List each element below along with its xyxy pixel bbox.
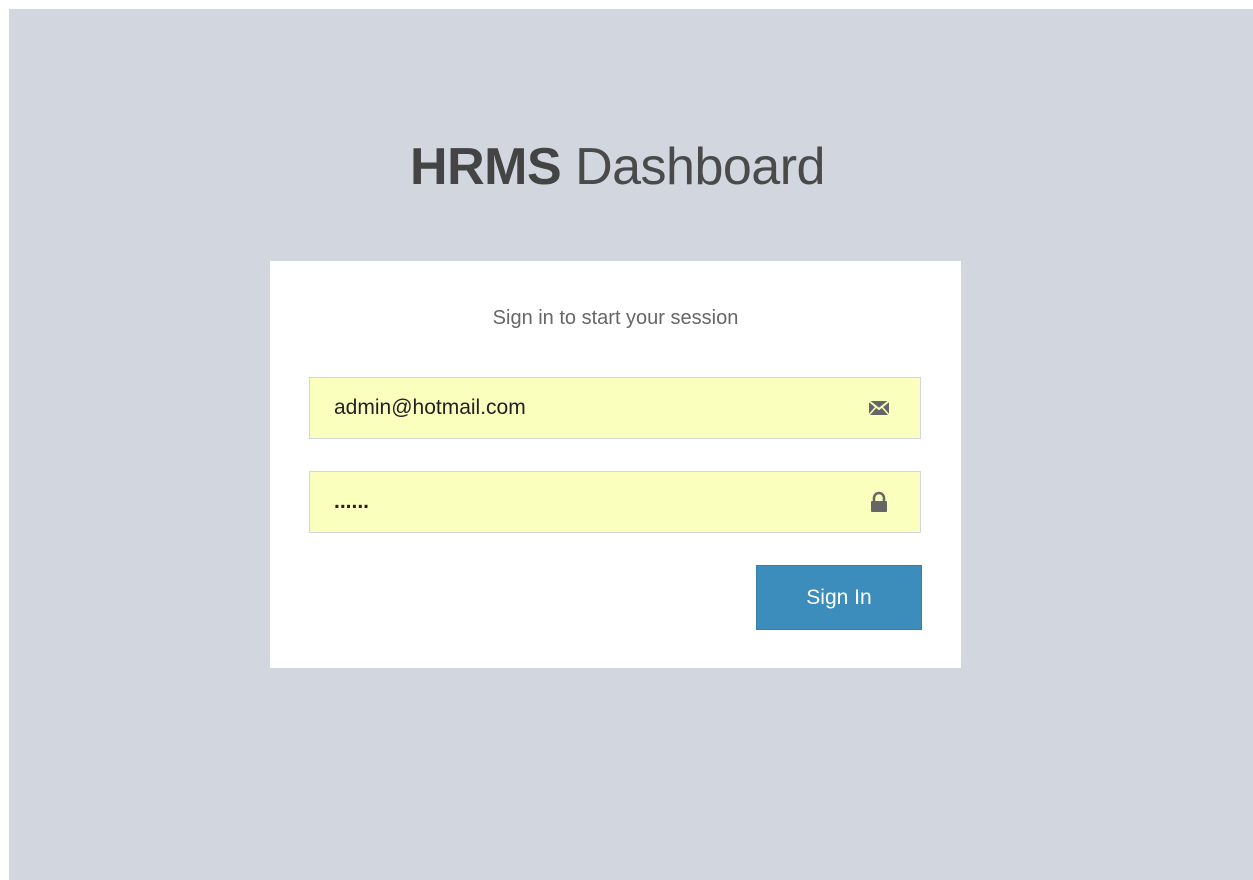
brand-light-text: Dashboard bbox=[575, 138, 825, 196]
brand-bold-text: HRMS bbox=[410, 138, 562, 196]
password-input[interactable] bbox=[310, 472, 920, 532]
login-box-message: Sign in to start your session bbox=[492, 307, 739, 329]
password-field bbox=[309, 471, 921, 533]
login-box: Sign in to start your session admin@hotm… bbox=[270, 261, 961, 668]
envelope-icon bbox=[868, 397, 890, 419]
email-field bbox=[309, 377, 921, 439]
login-page: HRMS Dashboard Sign in to start your ses… bbox=[9, 9, 1253, 880]
lock-icon bbox=[868, 491, 890, 513]
email-input[interactable] bbox=[310, 378, 920, 438]
page-title: HRMS Dashboard bbox=[9, 137, 1226, 197]
sign-in-button[interactable]: Sign In bbox=[756, 565, 922, 630]
